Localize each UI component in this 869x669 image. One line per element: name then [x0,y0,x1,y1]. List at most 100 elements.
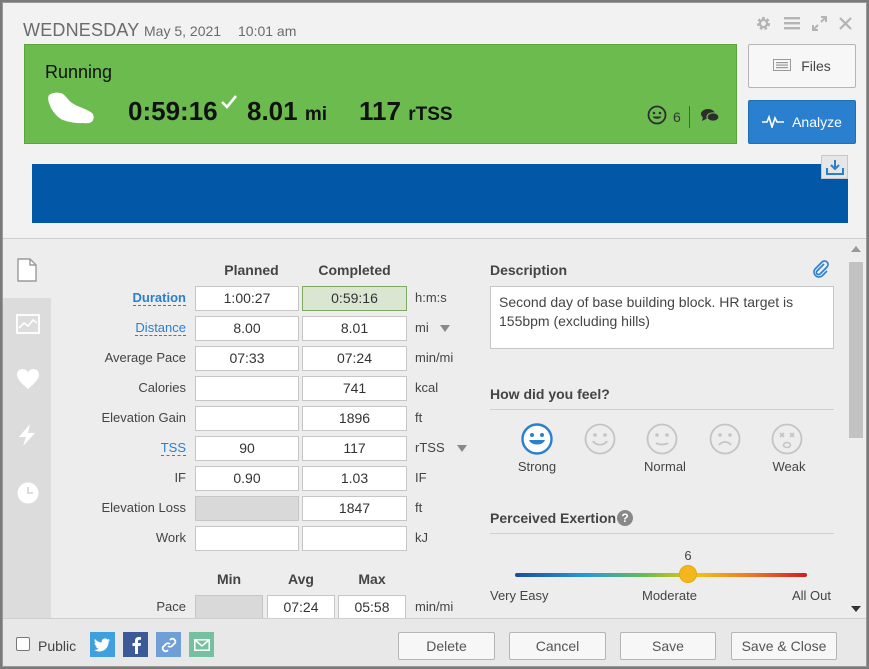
col-completed: Completed [318,262,391,278]
feel-normal-icon[interactable] [646,423,678,455]
files-icon [773,58,792,74]
distance-planned-input[interactable]: 8.00 [195,316,299,341]
duration-completed-input[interactable]: 0:59:16 [302,286,407,311]
feel-strong-icon[interactable] [521,423,553,455]
menu-icon[interactable] [783,14,801,32]
scroll-down-icon[interactable] [851,606,861,612]
duration-value: 0:59:16 [128,96,218,126]
divider [490,533,834,534]
help-icon[interactable]: ? [617,510,634,526]
workout-summary-panel[interactable]: Running 0:59:16 8.01 mi 117 rTSS 6 [24,44,737,144]
avg-pace-label: Average Pace [104,350,186,365]
paperclip-icon[interactable] [811,260,831,285]
document-icon[interactable] [16,258,38,287]
calories-completed-input[interactable]: 741 [302,376,407,401]
lightning-icon[interactable] [16,423,38,452]
link-icon[interactable] [156,632,181,657]
col-min: Min [216,571,242,587]
files-button[interactable]: Files [748,44,856,88]
description-title: Description [490,262,568,278]
col-max: Max [358,571,386,587]
feel-good-icon[interactable] [584,423,616,455]
save-close-button[interactable]: Save & Close [731,632,837,660]
exertion-value: 6 [684,548,692,563]
pace-label: Pace [156,599,186,614]
chevron-down-icon[interactable] [457,445,467,452]
feel-count: 6 [673,108,681,125]
divider [688,105,690,128]
side-tabs [3,240,51,618]
workout-details: Planned Completed Duration 1:00:27 0:59:… [51,240,846,620]
smiley-icon [647,105,667,128]
pace-avg-input[interactable]: 07:24 [267,595,335,620]
feel-strong-label: Strong [517,459,557,474]
close-icon[interactable] [836,14,854,32]
tss-label[interactable]: TSS [66,440,186,456]
feel-normal-label: Normal [644,459,686,474]
scrollbar[interactable] [846,240,866,618]
avg-pace-planned-input[interactable]: 07:33 [195,346,299,371]
heart-icon[interactable] [16,368,40,395]
duration-unit: h:m:s [415,290,447,305]
map-chart-strip[interactable] [32,164,848,223]
public-label: Public [38,638,77,654]
exertion-mid-label: Moderate [642,588,697,603]
clock-icon[interactable] [16,481,40,510]
comments-icon[interactable] [700,107,720,127]
elevation-gain-planned-input[interactable] [195,406,299,431]
public-checkbox[interactable] [16,637,30,651]
duration-label[interactable]: Duration [66,290,186,306]
analyze-label: Analyze [792,114,842,130]
distance-completed-input[interactable]: 8.01 [302,316,407,341]
twitter-icon[interactable] [90,632,115,657]
calories-planned-input[interactable] [195,376,299,401]
work-planned-input[interactable] [195,526,299,551]
tss-planned-input[interactable]: 90 [195,436,299,461]
calories-unit: kcal [415,380,439,395]
feel-weak-label: Weak [772,459,806,474]
elevation-gain-unit: ft [415,410,423,425]
distance-unit-select[interactable]: mi [415,320,429,335]
distance-label[interactable]: Distance [66,320,186,336]
save-button[interactable]: Save [620,632,716,660]
tss-value: 117 [359,96,401,126]
work-completed-input[interactable] [302,526,407,551]
tss-completed-input[interactable]: 117 [302,436,407,461]
time-label: 10:01 am [238,23,297,39]
delete-button[interactable]: Delete [398,632,495,660]
exertion-min-label: Very Easy [490,588,549,603]
if-completed-input[interactable]: 1.03 [302,466,407,491]
cancel-button[interactable]: Cancel [509,632,606,660]
feel-summary[interactable]: 6 [647,105,720,128]
scroll-up-icon[interactable] [851,246,861,252]
pace-min-input [195,595,263,620]
exertion-max-label: All Out [792,588,832,603]
chevron-down-icon[interactable] [440,325,450,332]
expand-icon[interactable] [810,14,828,32]
facebook-icon[interactable] [123,632,148,657]
elevation-loss-completed-input[interactable]: 1847 [302,496,407,521]
running-shoe-icon [46,91,96,132]
elevation-gain-completed-input[interactable]: 1896 [302,406,407,431]
avg-pace-completed-input[interactable]: 07:24 [302,346,407,371]
exertion-slider-handle[interactable] [679,565,697,583]
distance-value: 8.01 [247,96,298,126]
description-textarea[interactable]: Second day of base building block. HR ta… [490,286,834,349]
gear-icon[interactable] [754,14,772,32]
analyze-button[interactable]: Analyze [748,100,856,144]
elevation-gain-label: Elevation Gain [101,410,186,425]
download-icon[interactable] [821,155,848,179]
chart-icon[interactable] [16,314,40,339]
feel-poor-icon[interactable] [709,423,741,455]
exertion-slider-track[interactable] [515,573,807,577]
duration-planned-input[interactable]: 1:00:27 [195,286,299,311]
if-planned-input[interactable]: 0.90 [195,466,299,491]
feel-weak-icon[interactable] [771,423,803,455]
sport-name: Running [45,62,113,82]
tss-unit-select[interactable]: rTSS [415,440,445,455]
pace-max-input[interactable]: 05:58 [338,595,406,620]
day-label: WEDNESDAY [23,20,140,40]
email-icon[interactable] [189,632,214,657]
dialog-footer: Public Delete Cancel Save Save & Close [3,618,866,666]
scrollbar-thumb[interactable] [849,262,863,438]
